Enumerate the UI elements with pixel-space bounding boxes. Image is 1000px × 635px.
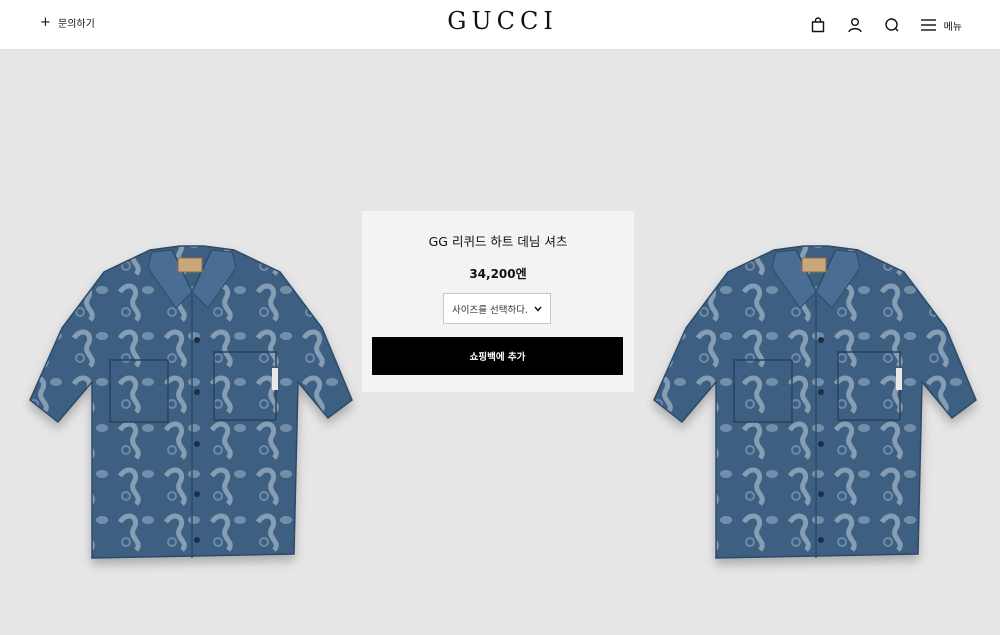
- menu-button[interactable]: 메뉴: [917, 13, 962, 37]
- header-actions: 메뉴: [793, 13, 962, 37]
- menu-icon: [917, 13, 941, 37]
- search-icon[interactable]: [880, 13, 904, 37]
- product-image-alt[interactable]: [646, 232, 986, 577]
- add-to-bag-button[interactable]: 쇼핑백에 추가: [372, 337, 623, 375]
- site-header: + 문의하기 GUCCI 메뉴: [0, 0, 1000, 50]
- menu-label: 메뉴: [943, 21, 962, 33]
- user-icon[interactable]: [843, 13, 867, 37]
- product-price: 34,200엔: [469, 267, 527, 281]
- chevron-down-icon: [534, 306, 542, 312]
- product-info-panel: GG 리퀴드 하트 데님 셔츠 34,200엔 사이즈를 선택하다. 쇼핑백에 …: [362, 211, 634, 392]
- product-title: GG 리퀴드 하트 데님 셔츠: [428, 234, 568, 249]
- shopping-bag-icon[interactable]: [806, 13, 830, 37]
- size-select[interactable]: 사이즈를 선택하다.: [443, 293, 551, 324]
- product-image-front[interactable]: [22, 232, 362, 577]
- size-select-label: 사이즈를 선택하다.: [452, 304, 528, 316]
